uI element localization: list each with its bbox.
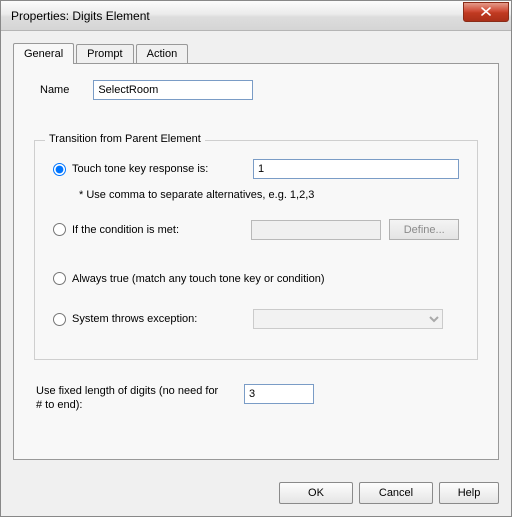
cancel-button[interactable]: Cancel xyxy=(359,482,433,504)
close-icon xyxy=(481,7,491,16)
tab-panel-general: Name Transition from Parent Element Touc… xyxy=(13,63,499,460)
group-transition: Transition from Parent Element Touch ton… xyxy=(34,140,478,360)
row-name: Name xyxy=(40,80,480,100)
tab-bar: General Prompt Action xyxy=(13,41,499,63)
row-exception: System throws exception: xyxy=(53,309,459,329)
radio-touchtone-label: Touch tone key response is: xyxy=(72,163,208,175)
row-always: Always true (match any touch tone key or… xyxy=(53,272,459,285)
radio-exception[interactable]: System throws exception: xyxy=(53,313,253,326)
window-title: Properties: Digits Element xyxy=(11,9,150,23)
fixed-length-label: Use fixed length of digits (no need for … xyxy=(36,384,226,413)
radio-touchtone[interactable]: Touch tone key response is: xyxy=(53,163,253,176)
radio-always-label: Always true (match any touch tone key or… xyxy=(72,273,325,285)
fixed-length-input[interactable] xyxy=(244,384,314,404)
radio-touchtone-input[interactable] xyxy=(53,163,66,176)
exception-select xyxy=(253,309,443,329)
condition-input xyxy=(251,220,381,240)
tab-action[interactable]: Action xyxy=(136,44,189,63)
tab-prompt[interactable]: Prompt xyxy=(76,44,133,63)
row-condition: If the condition is met: Define... xyxy=(53,219,459,240)
dialog-buttons: OK Cancel Help xyxy=(1,472,511,516)
radio-always[interactable]: Always true (match any touch tone key or… xyxy=(53,272,325,285)
name-input[interactable] xyxy=(93,80,253,100)
cancel-button-label: Cancel xyxy=(379,487,413,499)
group-title: Transition from Parent Element xyxy=(45,133,205,145)
touchtone-hint: * Use comma to separate alternatives, e.… xyxy=(79,189,459,201)
define-button: Define... xyxy=(389,219,459,240)
radio-condition-input[interactable] xyxy=(53,223,66,236)
help-button-label: Help xyxy=(458,487,481,499)
close-button[interactable] xyxy=(463,2,509,22)
ok-button-label: OK xyxy=(308,487,324,499)
ok-button[interactable]: OK xyxy=(279,482,353,504)
radio-exception-label: System throws exception: xyxy=(72,313,197,325)
radio-condition-label: If the condition is met: xyxy=(72,224,179,236)
name-label: Name xyxy=(40,84,69,96)
titlebar: Properties: Digits Element xyxy=(1,1,511,31)
help-button[interactable]: Help xyxy=(439,482,499,504)
define-button-label: Define... xyxy=(404,224,445,236)
radio-always-input[interactable] xyxy=(53,272,66,285)
client-area: General Prompt Action Name Transition fr… xyxy=(1,31,511,472)
row-touchtone: Touch tone key response is: xyxy=(53,159,459,179)
radio-exception-input[interactable] xyxy=(53,313,66,326)
radio-condition[interactable]: If the condition is met: xyxy=(53,223,251,236)
tab-general[interactable]: General xyxy=(13,43,74,64)
row-fixed-length: Use fixed length of digits (no need for … xyxy=(36,384,480,413)
touchtone-input[interactable] xyxy=(253,159,459,179)
dialog-window: Properties: Digits Element General Promp… xyxy=(0,0,512,517)
